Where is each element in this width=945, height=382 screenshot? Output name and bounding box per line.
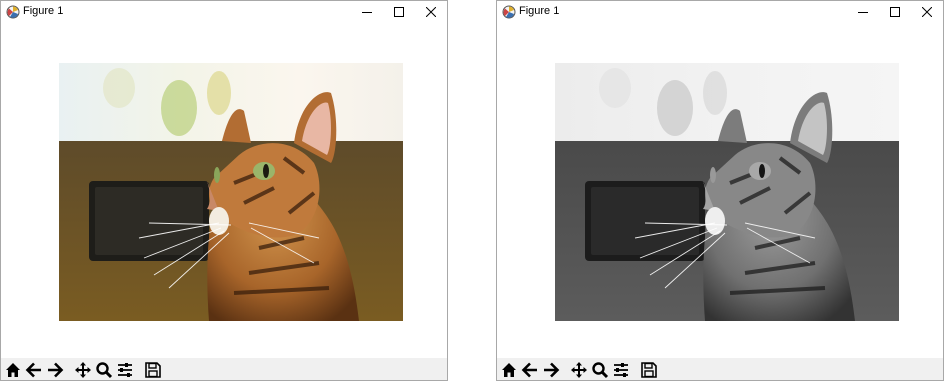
save-button[interactable] (143, 360, 163, 380)
back-arrow-icon (25, 362, 41, 378)
maximize-button[interactable] (383, 1, 415, 23)
close-button[interactable] (415, 1, 447, 23)
zoom-icon (96, 362, 113, 379)
pan-icon (75, 362, 91, 378)
cat-image-color (59, 63, 403, 321)
matplotlib-logo-icon (6, 5, 20, 19)
maximize-button[interactable] (879, 1, 911, 23)
minimize-icon (858, 12, 868, 13)
back-arrow-icon (521, 362, 537, 378)
window-title: Figure 1 (519, 5, 560, 17)
maximize-icon (890, 7, 900, 17)
configure-subplots-icon (614, 363, 628, 377)
forward-arrow-icon (544, 362, 560, 378)
back-button[interactable] (24, 360, 44, 380)
matplotlib-logo-icon (502, 5, 516, 19)
minimize-button[interactable] (351, 1, 383, 23)
title-bar[interactable]: Figure 1 (497, 1, 943, 23)
pan-button[interactable] (569, 360, 589, 380)
save-icon (641, 362, 657, 378)
navigation-toolbar (1, 358, 447, 380)
cat-image-grayscale (555, 63, 899, 321)
figure-window-grayscale: Figure 1 (496, 0, 944, 381)
back-button[interactable] (520, 360, 540, 380)
zoom-button[interactable] (94, 360, 114, 380)
home-icon (6, 363, 20, 377)
window-title: Figure 1 (23, 5, 64, 17)
figure-window-color: Figure 1 (0, 0, 448, 381)
forward-button[interactable] (541, 360, 561, 380)
maximize-icon (394, 7, 404, 17)
configure-subplots-icon (118, 363, 132, 377)
title-bar[interactable]: Figure 1 (1, 1, 447, 23)
configure-subplots-button[interactable] (611, 360, 631, 380)
close-icon (922, 7, 932, 17)
close-button[interactable] (911, 1, 943, 23)
zoom-button[interactable] (590, 360, 610, 380)
home-button[interactable] (3, 360, 23, 380)
home-icon (502, 363, 516, 377)
configure-subplots-button[interactable] (115, 360, 135, 380)
zoom-icon (592, 362, 609, 379)
minimize-icon (362, 12, 372, 13)
home-button[interactable] (499, 360, 519, 380)
pan-icon (571, 362, 587, 378)
minimize-button[interactable] (847, 1, 879, 23)
forward-button[interactable] (45, 360, 65, 380)
save-button[interactable] (639, 360, 659, 380)
save-icon (145, 362, 161, 378)
pan-button[interactable] (73, 360, 93, 380)
navigation-toolbar (497, 358, 943, 380)
forward-arrow-icon (48, 362, 64, 378)
close-icon (426, 7, 436, 17)
